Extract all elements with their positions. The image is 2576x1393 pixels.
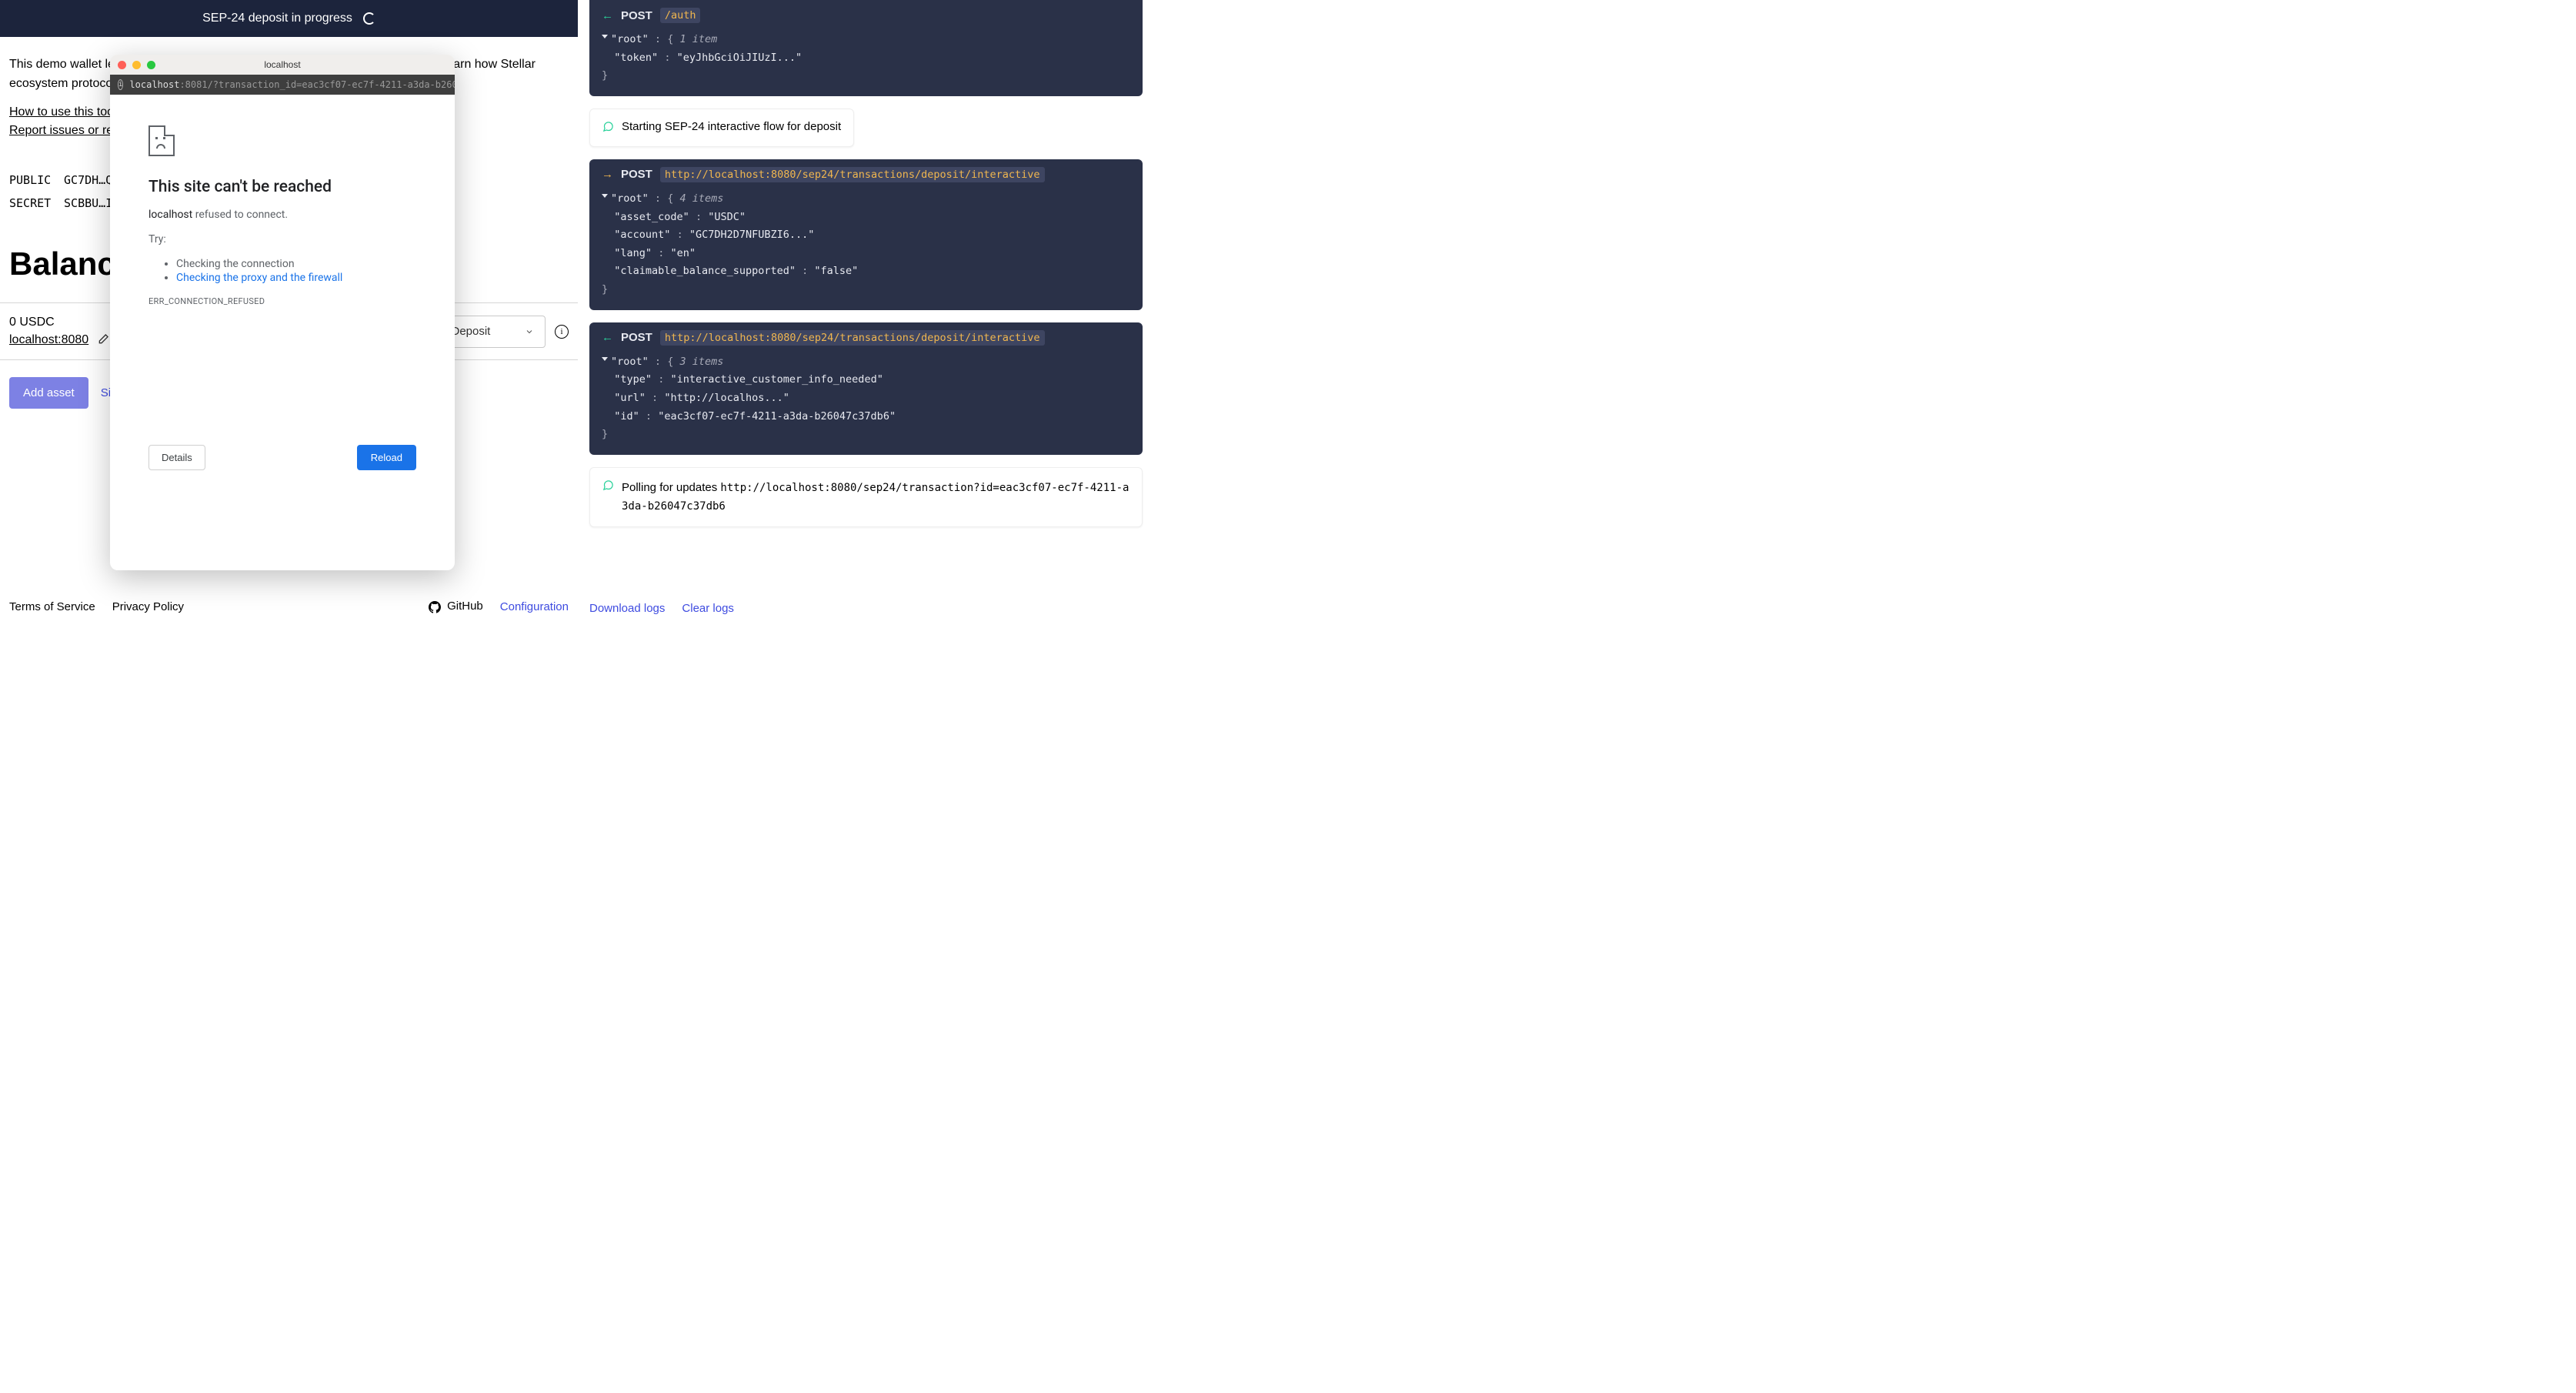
log-entry-deposit-request: → POST http://localhost:8080/sep24/trans… <box>589 159 1143 310</box>
left-footer: Terms of Service Privacy Policy GitHub C… <box>0 588 578 625</box>
download-logs-link[interactable]: Download logs <box>589 602 665 615</box>
log-entry-auth-response: ← POST /auth "root" : { 1 item "token" :… <box>589 0 1143 96</box>
asset-amount: 0 USDC <box>9 314 109 331</box>
status-text: SEP-24 deposit in progress <box>202 12 352 25</box>
site-info-icon[interactable]: i <box>118 79 123 90</box>
clear-logs-link[interactable]: Clear logs <box>682 602 734 615</box>
log-url: http://localhost:8080/sep24/transactions… <box>660 330 1045 346</box>
log-body: "root" : { 1 item "token" : "eyJhbGciOiJ… <box>589 28 1143 96</box>
log-pane: ← POST /auth "root" : { 1 item "token" :… <box>578 0 1154 625</box>
arrow-left-icon: ← <box>602 9 613 22</box>
sad-page-icon <box>148 125 175 156</box>
footer-privacy[interactable]: Privacy Policy <box>112 600 184 613</box>
add-asset-button[interactable]: Add asset <box>9 377 88 409</box>
interactive-popup-window: localhost i localhost:8081/?transaction_… <box>110 55 455 570</box>
popup-title: localhost <box>110 59 455 70</box>
log-body: "root" : { 4 items "asset_code" : "USDC"… <box>589 187 1143 310</box>
left-pane: SEP-24 deposit in progress This demo wal… <box>0 0 578 625</box>
comment-icon <box>602 479 614 494</box>
log-scroll[interactable]: ← POST /auth "root" : { 1 item "token" :… <box>578 0 1154 591</box>
status-bar: SEP-24 deposit in progress <box>0 0 578 37</box>
popup-tip-proxy-link[interactable]: Checking the proxy and the firewall <box>176 272 342 284</box>
details-button[interactable]: Details <box>148 445 205 470</box>
info-icon[interactable]: i <box>555 325 569 339</box>
footer-configuration[interactable]: Configuration <box>500 600 569 613</box>
footer-github[interactable]: GitHub <box>429 600 483 613</box>
asset-domain[interactable]: localhost:8080 <box>9 332 88 349</box>
comment-icon <box>602 121 614 135</box>
log-footer: Download logs Clear logs <box>578 591 1154 625</box>
popup-try-label: Try: <box>148 233 416 246</box>
log-entry-deposit-response: ← POST http://localhost:8080/sep24/trans… <box>589 322 1143 455</box>
edit-icon[interactable] <box>97 333 109 346</box>
reload-button[interactable]: Reload <box>357 445 416 470</box>
spinner-icon <box>363 12 375 25</box>
log-method: POST <box>621 331 652 344</box>
log-url: /auth <box>660 8 701 23</box>
popup-error-code: ERR_CONNECTION_REFUSED <box>148 296 416 306</box>
log-body: "root" : { 3 items "type" : "interactive… <box>589 350 1143 455</box>
popup-url-path: :8081/?transaction_id=eac3cf07-ec7f-4211… <box>179 79 455 90</box>
log-method: POST <box>621 9 652 22</box>
log-message-start-flow: Starting SEP-24 interactive flow for dep… <box>589 109 854 147</box>
chevron-down-icon <box>525 327 534 336</box>
log-url: http://localhost:8080/sep24/transactions… <box>660 167 1045 182</box>
arrow-left-icon: ← <box>602 331 613 344</box>
public-key-value: GC7DH…Q <box>64 173 112 187</box>
footer-tos[interactable]: Terms of Service <box>9 600 95 613</box>
secret-key-label: SECRET <box>9 192 57 215</box>
log-message-polling: Polling for updates http://localhost:808… <box>589 467 1143 527</box>
popup-tip-connection: Checking the connection <box>176 258 416 270</box>
popup-heading: This site can't be reached <box>148 178 416 196</box>
arrow-right-icon: → <box>602 168 613 181</box>
public-key-label: PUBLIC <box>9 169 57 192</box>
log-message-text: Starting SEP-24 interactive flow for dep… <box>622 120 841 133</box>
log-method: POST <box>621 168 652 181</box>
popup-refused-rest: refused to connect. <box>192 209 288 221</box>
popup-refused-text: localhost refused to connect. <box>148 209 416 221</box>
footer-github-label: GitHub <box>447 600 483 613</box>
popup-refused-host: localhost <box>148 209 192 221</box>
log-poll-text: Polling for updates <box>622 481 717 494</box>
popup-url-host: localhost <box>129 79 179 90</box>
github-icon <box>429 601 441 613</box>
popup-titlebar[interactable]: localhost <box>110 55 455 75</box>
popup-urlbar[interactable]: i localhost:8081/?transaction_id=eac3cf0… <box>110 75 455 95</box>
